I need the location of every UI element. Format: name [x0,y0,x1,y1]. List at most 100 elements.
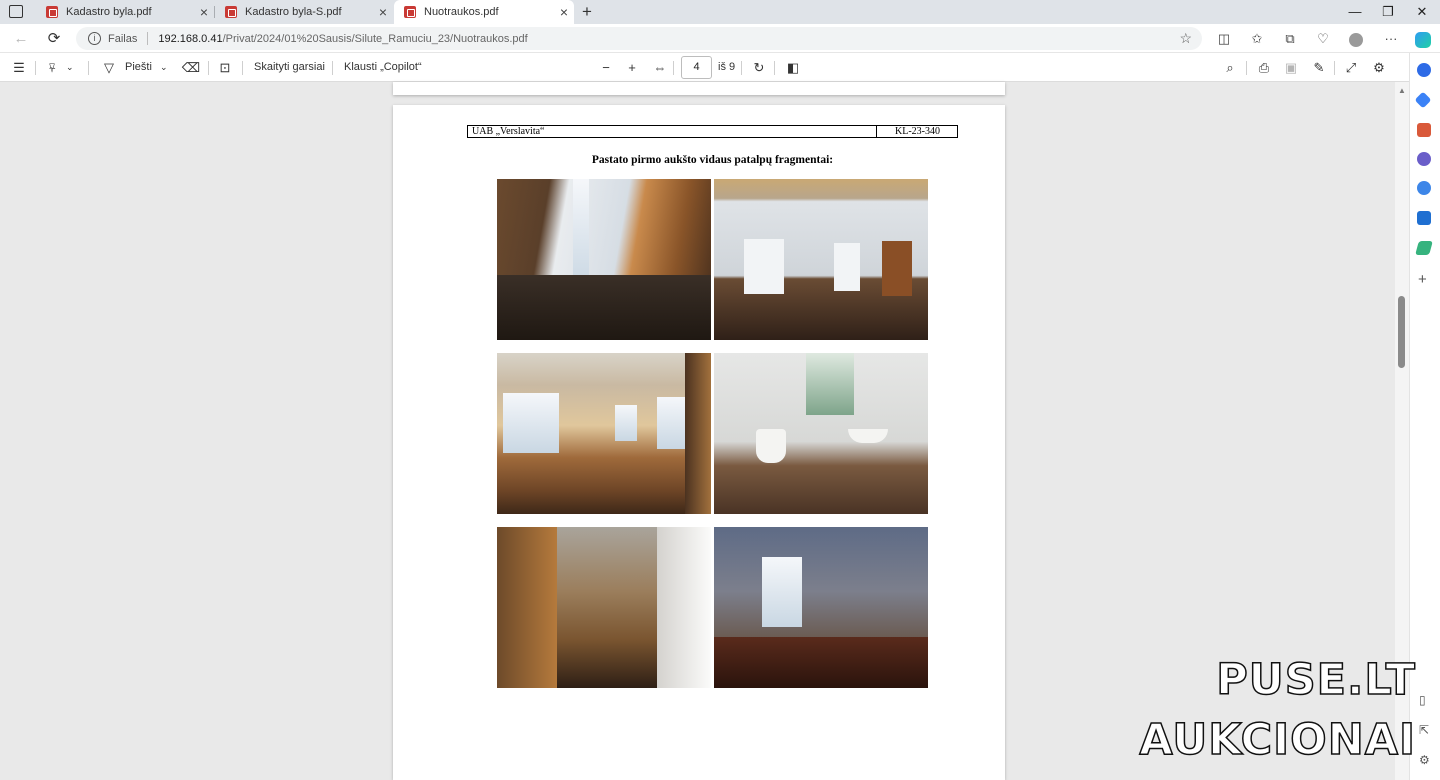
divider [147,32,149,45]
zoom-in-icon[interactable]: + [621,53,643,82]
sunlit-hall-photo [497,353,711,514]
contents-list-icon[interactable]: ☰ [8,53,30,82]
chevron-down-icon[interactable]: ⌄ [160,53,168,82]
close-icon[interactable]: × [194,4,214,20]
fullscreen-icon[interactable]: ⤢ [1340,53,1362,82]
highlight-icon[interactable]: ⍫ [41,53,63,82]
zoom-out-icon[interactable]: − [595,53,617,82]
tab-label: Kadastro byla.pdf [66,6,152,18]
print-icon[interactable]: ⎙ [1253,53,1275,82]
open-door-shape [834,243,860,291]
refresh-button[interactable]: ⟳ [40,24,68,53]
window-shape [503,393,559,453]
tab-kadastro-byla[interactable]: Kadastro byla.pdf × [36,0,214,24]
corridor-photo [497,527,711,688]
divider [208,61,209,75]
save-as-icon[interactable]: ✎ [1308,53,1330,82]
send-icon[interactable] [1415,241,1433,255]
scroll-up-arrow-icon[interactable]: ▲ [1398,86,1406,95]
divider [1334,61,1335,75]
games-icon[interactable] [1417,152,1431,166]
ask-copilot-button[interactable]: Klausti „Copilot“ [344,53,422,82]
page-number-input[interactable]: 4 [681,56,712,79]
tab-kadastro-byla-s[interactable]: Kadastro byla-S.pdf × [215,0,393,24]
address-bar[interactable]: i Failas 192.168.0.41 /Privat/2024/01%20… [76,27,1202,50]
pdf-file-icon [404,6,416,18]
text-box-icon[interactable]: ⊡ [214,53,236,82]
shopping-tag-icon[interactable] [1414,91,1432,109]
divider [35,61,36,75]
divider [673,61,674,75]
open-door-shape [657,527,711,688]
tab-nuotraukos[interactable]: Nuotraukos.pdf × [394,0,574,24]
favorite-star-icon[interactable]: ☆ [1179,30,1192,47]
collections-icon[interactable]: ⧉ [1276,24,1304,53]
document-header-table: UAB „Verslavita“ KL-23-340 [467,125,958,138]
wooden-panel-shape [685,353,711,514]
window-shape [806,353,854,415]
restore-button[interactable]: ❐ [1371,0,1405,24]
tab-actions-icon[interactable] [9,5,23,18]
copilot-icon[interactable] [1409,24,1437,53]
divider [88,61,89,75]
add-sidebar-app-icon[interactable]: + [1418,271,1427,288]
split-screen-icon[interactable]: ◫ [1210,24,1238,53]
url-path: /Privat/2024/01%20Sausis/Silute_Ramuciu_… [222,32,528,45]
rotate-icon[interactable]: ↻ [748,53,770,82]
tools-icon[interactable] [1417,123,1431,137]
toilet-shape [756,429,786,463]
section-title: Pastato pirmo aukšto vidaus patalpų frag… [591,154,834,166]
floor-shape [497,275,711,340]
watermark: PUSE.LT AUKCIONAI [1139,654,1430,775]
tab-bar: Kadastro byla.pdf × Kadastro byla-S.pdf … [0,0,1440,24]
profile-avatar[interactable] [1342,24,1370,53]
fit-to-page-icon[interactable]: ⇔ [649,53,671,82]
more-menu-icon[interactable]: ··· [1377,24,1405,53]
window-shape [762,557,802,627]
divider [741,61,742,75]
favorites-icon[interactable]: ✩ [1243,24,1271,53]
draw-button[interactable]: Piešti [125,53,152,82]
divider [332,61,333,75]
search-sidebar-icon[interactable] [1417,63,1431,77]
back-button[interactable]: ← [7,24,35,53]
page-view-icon[interactable]: ◧ [782,53,804,82]
eraser-icon[interactable]: ⌫ [180,53,202,82]
divider [1246,61,1247,75]
outlook-icon[interactable] [1417,211,1431,225]
pdf-file-icon [225,6,237,18]
browser-essentials-icon[interactable]: ♡ [1309,24,1337,53]
wooden-panel-shape [882,241,912,296]
window-close-button[interactable]: ✕ [1405,0,1439,24]
minimize-button[interactable]: — [1338,0,1372,24]
url-host: 192.168.0.41 [158,32,223,45]
wooden-wall-shape [497,527,557,688]
pdf-file-icon [46,6,58,18]
sink-shape [848,429,888,443]
divider [242,61,243,75]
watermark-line-2: AUKCIONAI [1139,714,1416,766]
window-shape [657,397,687,449]
tab-label: Kadastro byla-S.pdf [245,6,342,18]
settings-gear-icon[interactable]: ⚙ [1368,53,1390,82]
new-tab-button[interactable]: + [578,0,596,24]
divider [774,61,775,75]
scrollbar-thumb[interactable] [1398,296,1405,368]
tab-label: Nuotraukos.pdf [424,6,499,18]
read-aloud-button[interactable]: Skaityti garsiai [254,53,325,82]
microsoft-365-icon[interactable] [1417,181,1431,195]
save-icon[interactable]: ▣ [1280,53,1302,82]
dark-room-photo [714,527,928,688]
open-door-shape [744,239,784,294]
info-icon[interactable]: i [88,32,101,45]
chevron-down-icon[interactable]: ⌄ [66,53,74,82]
close-icon[interactable]: × [554,4,574,20]
previous-page [393,82,1005,95]
page-total: iš 9 [718,61,736,73]
search-icon[interactable]: ⌕ [1219,53,1241,82]
draw-icon[interactable]: ▽ [98,53,120,82]
header-code: KL-23-340 [895,126,940,137]
close-icon[interactable]: × [373,4,393,20]
header-company: UAB „Verslavita“ [472,126,545,137]
restroom-photo [714,353,928,514]
